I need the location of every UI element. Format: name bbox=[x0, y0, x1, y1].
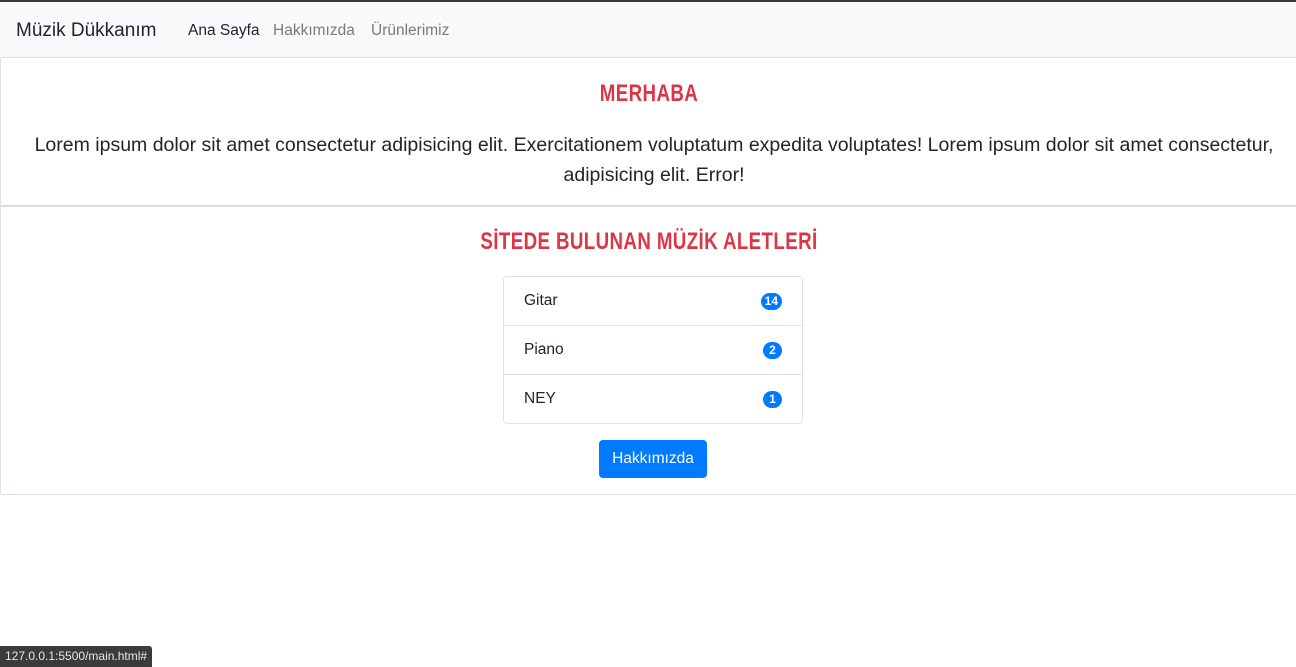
status-bar-url: 127.0.0.1:5500/main.html# bbox=[0, 646, 153, 667]
instrument-name: NEY bbox=[524, 390, 556, 407]
list-item: NEY 1 bbox=[504, 375, 802, 423]
count-badge: 14 bbox=[760, 293, 782, 310]
nav-link-hakkimizda[interactable]: Hakkımızda bbox=[273, 22, 355, 40]
navbar-brand[interactable]: Müzik Dükkanım bbox=[16, 20, 156, 42]
instrument-name: Gitar bbox=[524, 292, 558, 309]
navbar: Müzik Dükkanım Ana Sayfa Hakkımızda Ürün… bbox=[0, 2, 1296, 58]
instrument-list: Gitar 14 Piano 2 NEY 1 bbox=[503, 276, 803, 424]
welcome-section: MERHABA Lorem ipsum dolor sit amet conse… bbox=[0, 58, 1296, 207]
nav-link-urunlerimiz[interactable]: Ürünlerimiz bbox=[371, 22, 449, 40]
instruments-title: SİTEDE BULUNAN MÜZİK ALETLERİ bbox=[480, 228, 818, 255]
instruments-section: SİTEDE BULUNAN MÜZİK ALETLERİ Gitar 14 P… bbox=[0, 207, 1296, 495]
count-badge: 2 bbox=[763, 342, 782, 359]
hakkimizda-button[interactable]: Hakkımızda bbox=[599, 440, 707, 478]
nav-link-ana-sayfa[interactable]: Ana Sayfa bbox=[188, 22, 260, 40]
welcome-title: MERHABA bbox=[599, 80, 699, 107]
list-item: Gitar 14 bbox=[504, 277, 802, 326]
list-item: Piano 2 bbox=[504, 326, 802, 375]
instrument-name: Piano bbox=[524, 341, 564, 358]
count-badge: 1 bbox=[763, 391, 782, 408]
welcome-text: Lorem ipsum dolor sit amet consectetur a… bbox=[34, 134, 1274, 186]
